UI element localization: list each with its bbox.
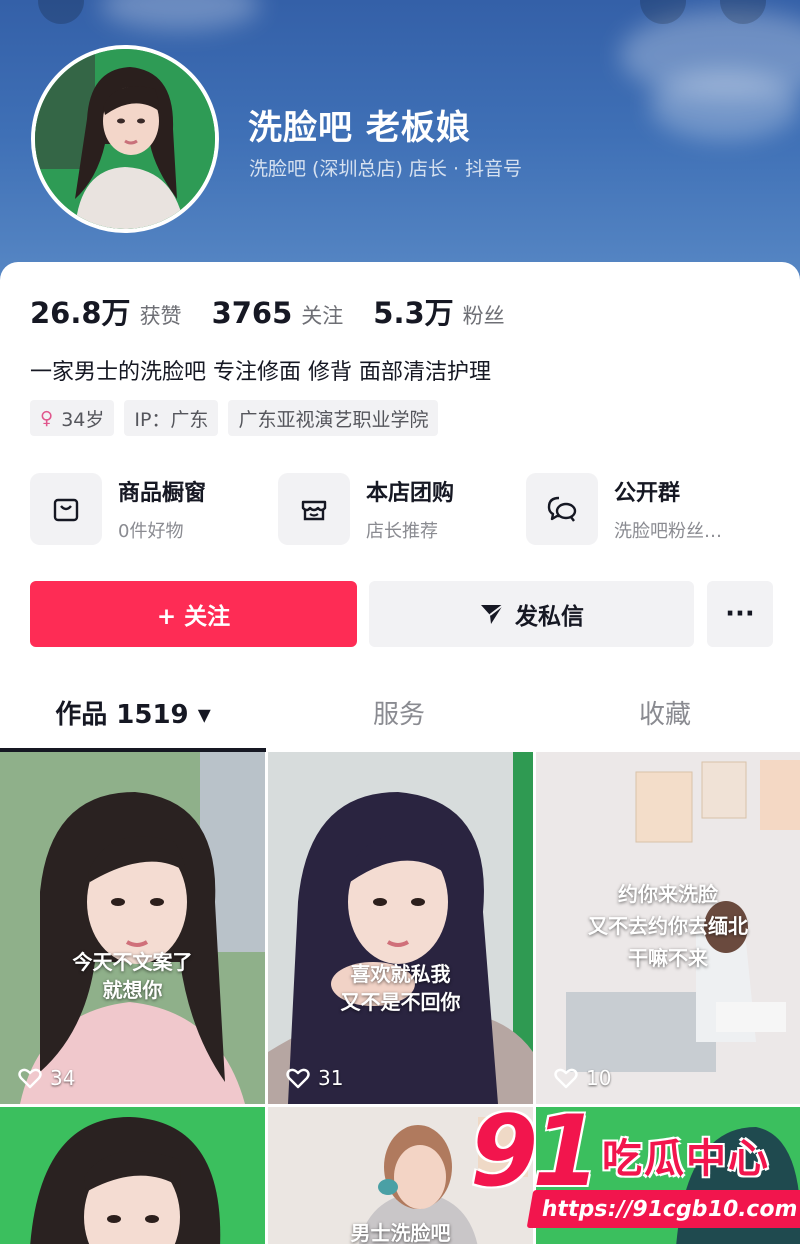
content-tabs: 作品 1519 ▾ 服务 收藏 bbox=[0, 672, 800, 752]
avatar-photo bbox=[35, 49, 215, 229]
message-button-label: 发私信 bbox=[515, 604, 584, 630]
stat-likes-label: 获赞 bbox=[139, 304, 182, 328]
tag-location: IP：广东 bbox=[124, 400, 219, 436]
tag-gender-age: ♀ 34岁 bbox=[30, 400, 115, 436]
feature-showcase-sub: 0件好物 bbox=[118, 521, 184, 542]
stat-following-value: 3765 bbox=[211, 296, 293, 330]
video-likes-count: 34 bbox=[50, 1066, 76, 1090]
video-likes-count: 31 bbox=[318, 1066, 344, 1090]
video-thumbnail[interactable] bbox=[0, 1107, 265, 1244]
shopping-bag-icon bbox=[30, 473, 102, 545]
avatar[interactable] bbox=[31, 45, 219, 233]
feature-public-group-sub: 洗脸吧粉丝… bbox=[614, 521, 722, 542]
video-caption-line: 就想你 bbox=[102, 978, 163, 1002]
video-thumbnail[interactable]: 喜欢就私我 又不是不回你 31 bbox=[268, 752, 533, 1104]
feature-public-group-title: 公开群 bbox=[614, 481, 681, 506]
video-likes-count: 10 bbox=[586, 1066, 612, 1090]
tab-services[interactable]: 服务 bbox=[266, 672, 532, 752]
feature-showcase-title: 商品橱窗 bbox=[118, 481, 207, 506]
tag-school[interactable]: 广东亚视演艺职业学院 bbox=[228, 400, 439, 436]
more-button[interactable]: ··· bbox=[707, 581, 773, 647]
feature-group-buy-title: 本店团购 bbox=[366, 481, 455, 506]
feature-group-buy[interactable]: 本店团购 店长推荐 bbox=[278, 471, 454, 547]
video-thumbnail[interactable]: 约你来洗脸 又不去约你去缅北 干嘛不来 10 bbox=[536, 752, 800, 1104]
store-icon bbox=[278, 473, 350, 545]
video-likes: 34 bbox=[18, 1066, 75, 1090]
video-thumbnail[interactable]: 今天不文案了 就想你 34 bbox=[0, 752, 265, 1104]
video-thumbnail-image bbox=[268, 752, 533, 1104]
feature-group-buy-sub: 店长推荐 bbox=[366, 521, 438, 542]
profile-subtitle: 洗脸吧 (深圳总店) 店长 · 抖音号 bbox=[249, 158, 523, 180]
tags-row: ♀ 34岁 IP：广东 广东亚视演艺职业学院 bbox=[30, 400, 448, 436]
heart-icon bbox=[554, 1068, 578, 1089]
video-thumbnail-image bbox=[0, 752, 265, 1104]
video-caption-line: 干嘛不来 bbox=[628, 946, 708, 970]
chat-bubbles-icon bbox=[526, 473, 598, 545]
video-caption-line: 又不去约你去缅北 bbox=[588, 914, 748, 938]
video-caption-line: 喜欢就私我 bbox=[350, 962, 451, 986]
feature-showcase[interactable]: 商品橱窗 0件好物 bbox=[30, 471, 206, 547]
features-row: 商品橱窗 0件好物 本店团购 店长推荐 公开群 洗脸吧粉丝… bbox=[30, 471, 790, 547]
tab-favorites[interactable]: 收藏 bbox=[532, 672, 798, 752]
video-caption-line: 又不是不回你 bbox=[340, 990, 461, 1014]
watermark-logo: 91 bbox=[470, 1095, 600, 1209]
stat-likes-value: 26.8万 bbox=[30, 296, 131, 330]
stat-followers[interactable]: 5.3万 粉丝 bbox=[373, 290, 504, 332]
video-caption-line: 约你来洗脸 bbox=[618, 882, 718, 906]
stat-followers-label: 粉丝 bbox=[462, 304, 505, 328]
watermark-url: https://91cgb10.com bbox=[526, 1190, 800, 1228]
send-icon bbox=[481, 604, 504, 624]
video-caption-line: 今天不文案了 bbox=[72, 950, 193, 974]
message-button[interactable]: 发私信 bbox=[369, 581, 694, 647]
watermark-text: 吃瓜中心 bbox=[602, 1136, 770, 1182]
stats-row: 26.8万 获赞 3765 关注 5.3万 粉丝 bbox=[30, 290, 535, 332]
feature-public-group[interactable]: 公开群 洗脸吧粉丝… bbox=[526, 471, 722, 547]
video-likes: 31 bbox=[286, 1066, 343, 1090]
stat-followers-value: 5.3万 bbox=[373, 296, 454, 330]
tab-works[interactable]: 作品 1519 ▾ bbox=[0, 672, 266, 752]
profile-name: 洗脸吧 老板娘 bbox=[248, 108, 471, 148]
heart-icon bbox=[18, 1068, 42, 1089]
watermark: 91 吃瓜中心 https://91cgb10.com bbox=[470, 1095, 800, 1244]
video-thumbnail-image bbox=[0, 1107, 265, 1244]
profile-page: 洗脸吧 老板娘 洗脸吧 (深圳总店) 店长 · 抖音号 26.8万 获赞 376… bbox=[0, 0, 800, 1244]
follow-button[interactable]: + 关注 bbox=[30, 581, 357, 647]
heart-icon bbox=[286, 1068, 310, 1089]
bio-text: 一家男士的洗脸吧 专注修面 修背 面部清洁护理 bbox=[30, 360, 491, 385]
video-likes: 10 bbox=[554, 1066, 611, 1090]
tag-age-label: 34岁 bbox=[61, 408, 105, 431]
stat-following-label: 关注 bbox=[301, 304, 344, 328]
female-icon: ♀ bbox=[40, 407, 54, 429]
stat-likes[interactable]: 26.8万 获赞 bbox=[30, 290, 182, 332]
profile-header-background: 洗脸吧 老板娘 洗脸吧 (深圳总店) 店长 · 抖音号 bbox=[0, 0, 800, 300]
stat-following[interactable]: 3765 关注 bbox=[212, 296, 344, 330]
back-button[interactable] bbox=[38, 0, 84, 24]
